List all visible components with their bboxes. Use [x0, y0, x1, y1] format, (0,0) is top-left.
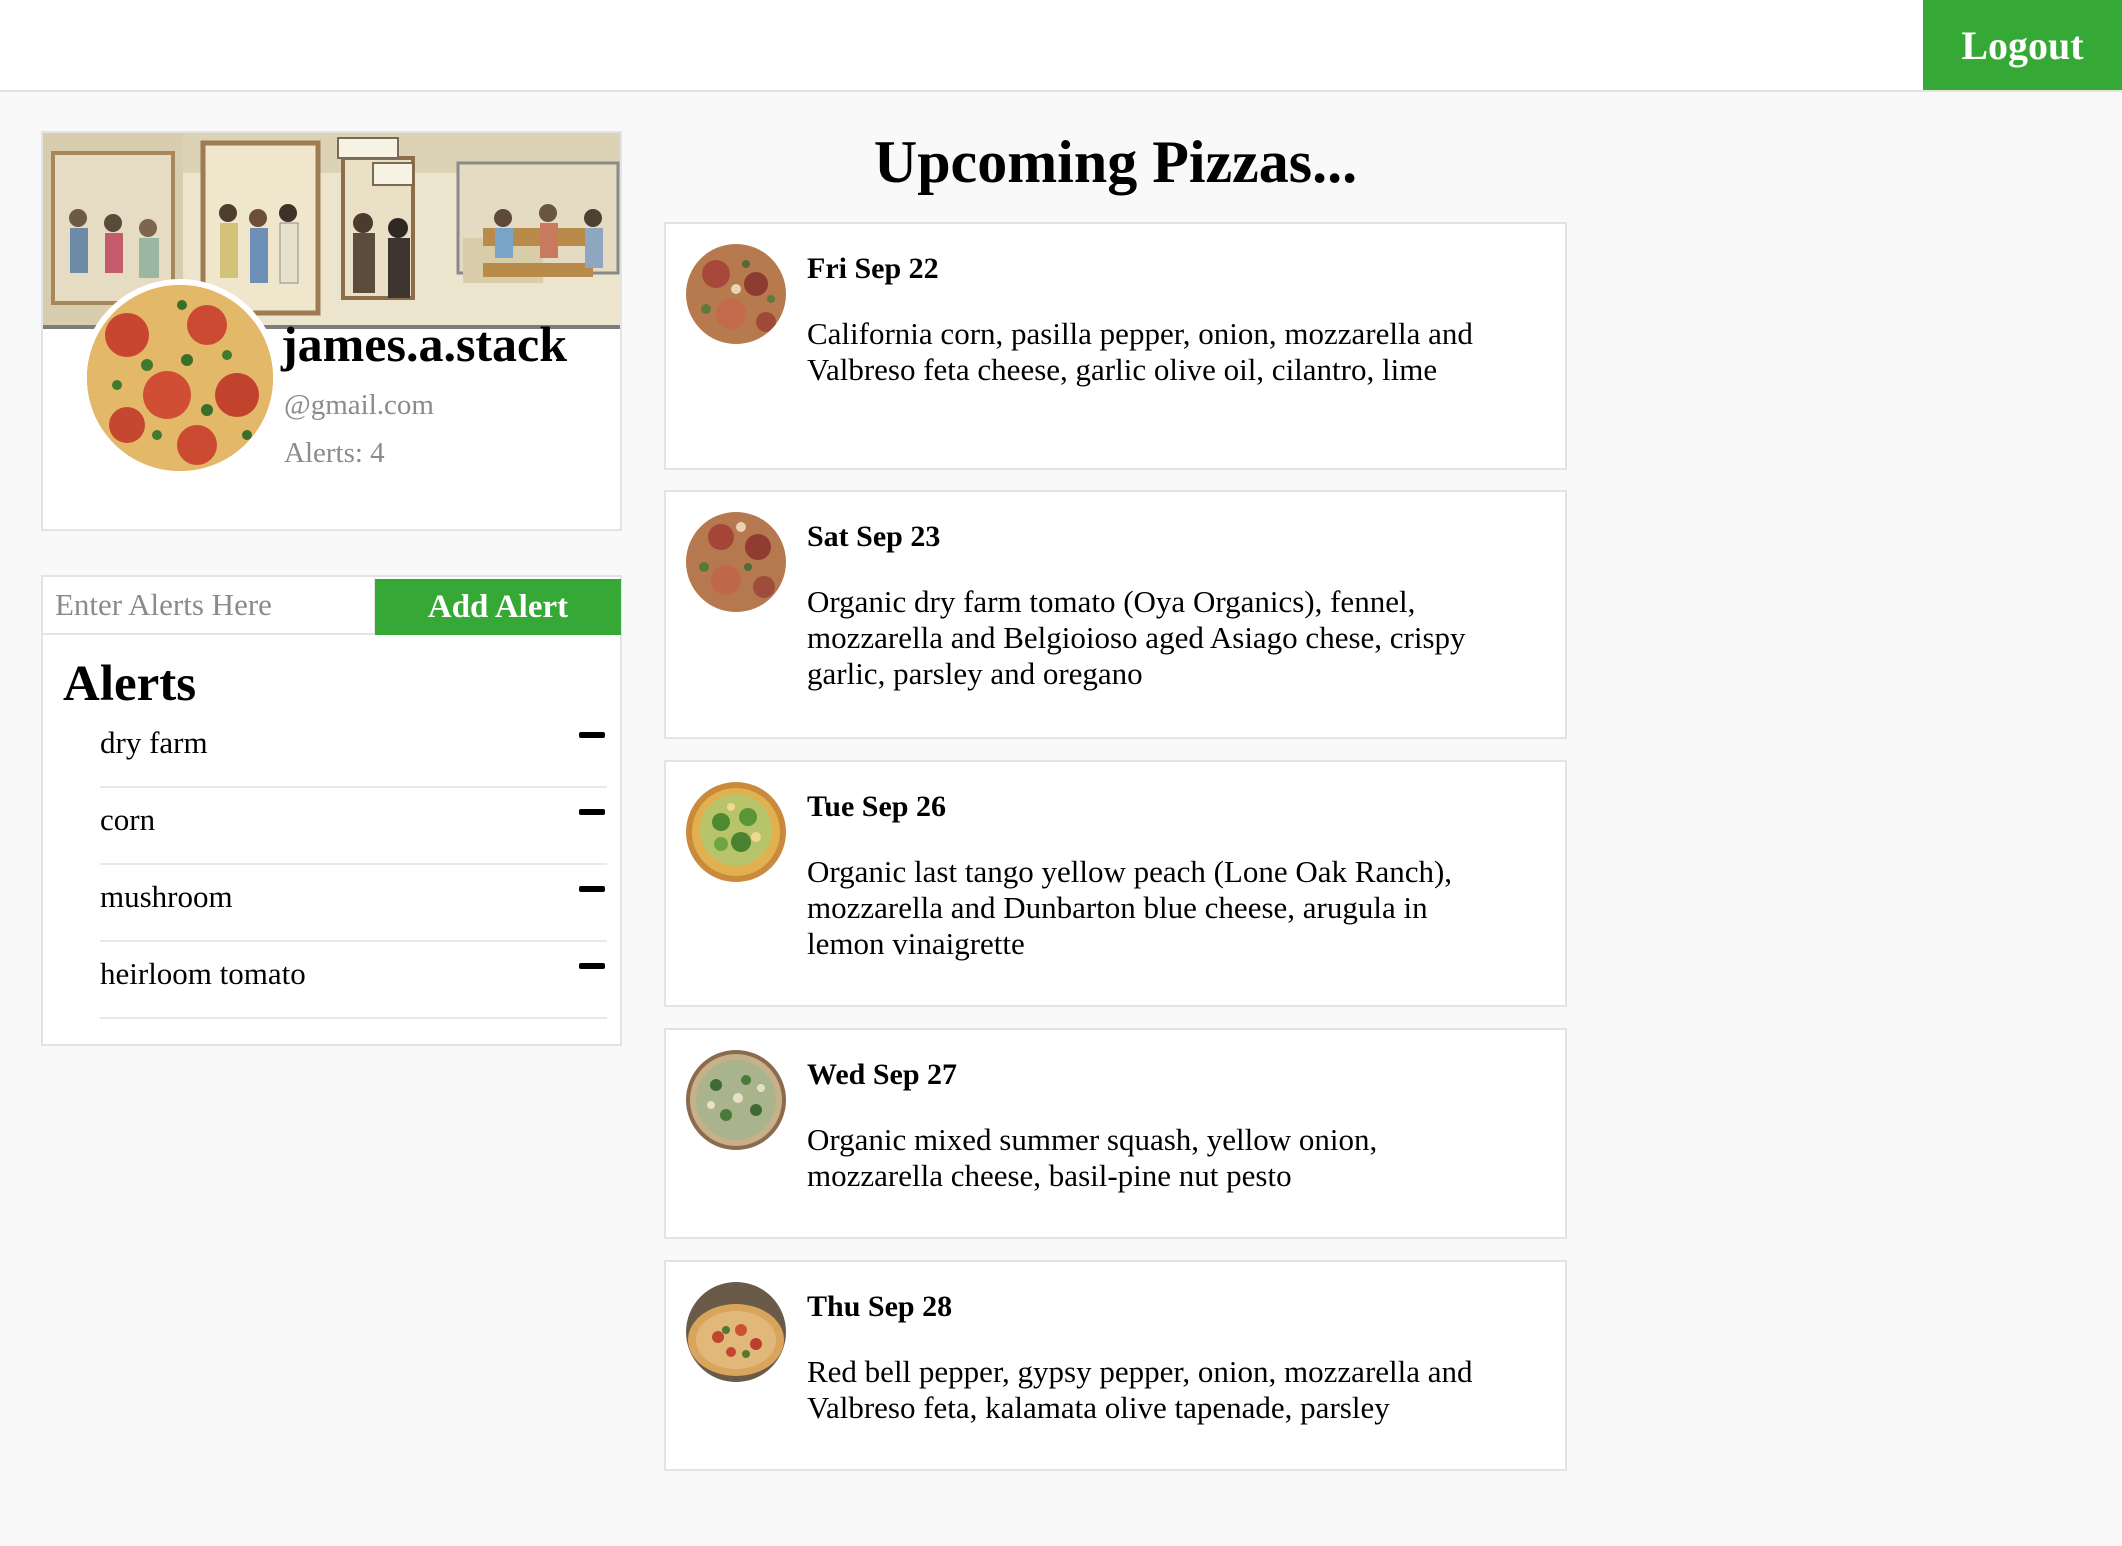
pizza-thumbnail — [686, 244, 786, 344]
pizza-date: Thu Sep 28 — [807, 1290, 953, 1323]
alerts-card: Add Alert Alerts dry farm corn mushroom … — [41, 575, 622, 1046]
pizza-thumbnail — [686, 1050, 786, 1150]
alert-item: heirloom tomato — [100, 942, 607, 1019]
minus-icon — [579, 732, 605, 738]
pizza-date: Tue Sep 26 — [807, 790, 946, 823]
pizza-description: Organic mixed summer squash, yellow onio… — [807, 1122, 1378, 1193]
pizza-card: Thu Sep 28 Red bell pepper, gypsy pepper… — [664, 1260, 1567, 1471]
logout-button[interactable]: Logout — [1923, 0, 2122, 90]
remove-alert-button[interactable] — [577, 721, 607, 751]
avatar — [81, 279, 279, 477]
alert-item: corn — [100, 788, 607, 865]
pizza-thumbnail — [686, 512, 786, 612]
pizza-description: Organic last tango yellow peach (Lone Oa… — [807, 854, 1453, 961]
pizzas-title: Upcoming Pizzas... — [873, 129, 1358, 195]
pizza-card: Sat Sep 23 Organic dry farm tomato (Oya … — [664, 490, 1567, 739]
alert-list: dry farm corn mushroom heirloom tomato — [100, 711, 607, 1019]
alert-item: mushroom — [100, 865, 607, 942]
pizza-description: Red bell pepper, gypsy pepper, onion, mo… — [807, 1354, 1473, 1425]
alerts-title: Alerts — [63, 656, 197, 712]
add-alert-button[interactable]: Add Alert — [375, 579, 621, 635]
remove-alert-button[interactable] — [577, 798, 607, 828]
profile-alert-count: Alerts: 4 — [284, 437, 385, 469]
profile-email: @gmail.com — [284, 389, 434, 421]
pizza-date: Wed Sep 27 — [807, 1058, 958, 1091]
minus-icon — [579, 809, 605, 815]
pizza-card: Fri Sep 22 California corn, pasilla pepp… — [664, 222, 1567, 470]
remove-alert-button[interactable] — [577, 952, 607, 982]
alert-label: dry farm — [100, 725, 208, 760]
alert-label: mushroom — [100, 879, 233, 914]
alert-label: heirloom tomato — [100, 956, 306, 991]
pizza-thumbnail — [686, 1282, 786, 1382]
top-bar: Logout — [0, 0, 2122, 92]
pizza-card: Tue Sep 26 Organic last tango yellow pea… — [664, 760, 1567, 1007]
alert-label: corn — [100, 802, 156, 837]
profile-username: james.a.stack — [281, 316, 568, 372]
profile-card: james.a.stack @gmail.com Alerts: 4 — [41, 131, 622, 531]
remove-alert-button[interactable] — [577, 875, 607, 905]
minus-icon — [579, 963, 605, 969]
minus-icon — [579, 886, 605, 892]
pizza-description: Organic dry farm tomato (Oya Organics), … — [807, 584, 1466, 691]
pizza-thumbnail — [686, 782, 786, 882]
pizza-date: Sat Sep 23 — [807, 520, 941, 553]
alert-item: dry farm — [100, 711, 607, 788]
alert-input[interactable] — [43, 577, 375, 635]
pizza-date: Fri Sep 22 — [807, 252, 939, 285]
pizza-description: California corn, pasilla pepper, onion, … — [807, 316, 1473, 387]
pizza-card: Wed Sep 27 Organic mixed summer squash, … — [664, 1028, 1567, 1239]
